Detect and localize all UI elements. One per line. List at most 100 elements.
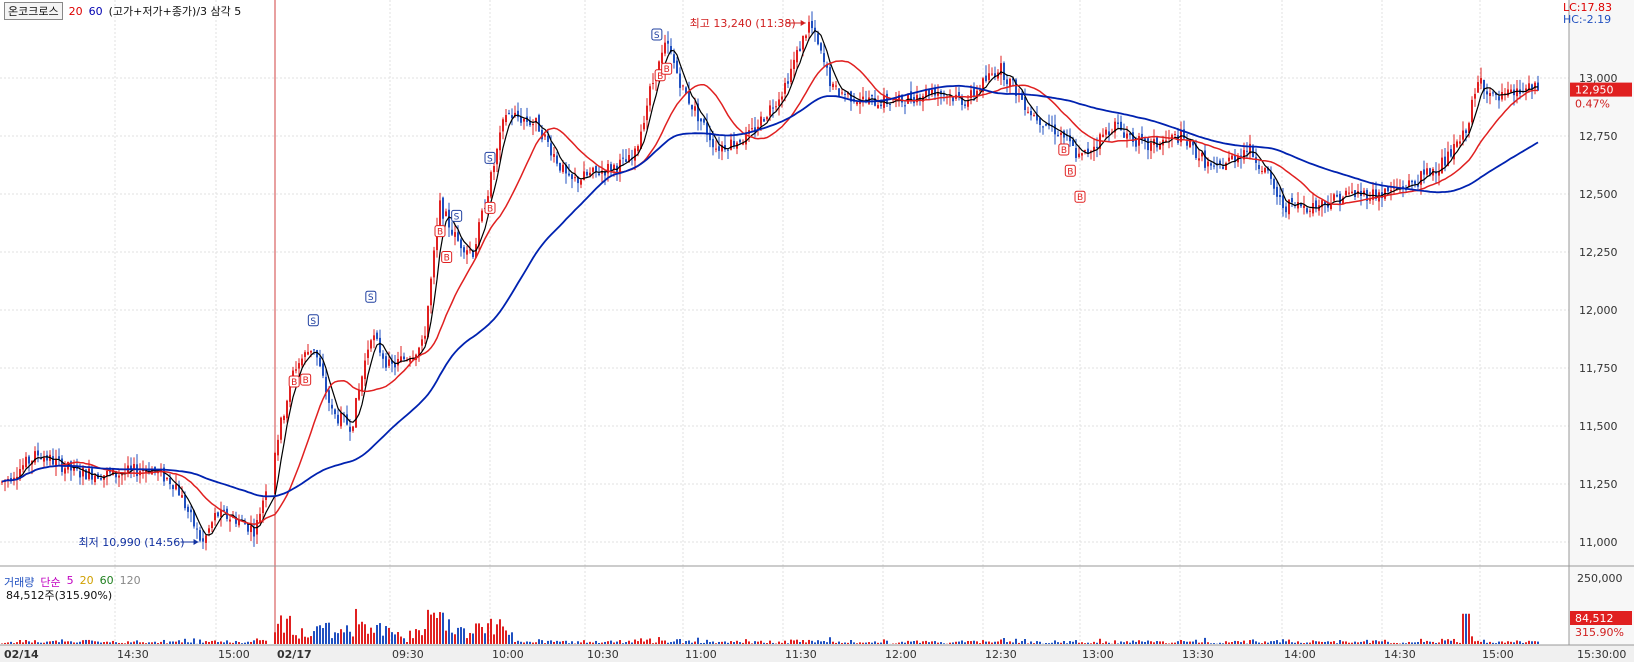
candle-body — [394, 363, 396, 368]
volume-bar — [1243, 640, 1245, 644]
volume-bar — [1288, 639, 1290, 644]
candle-body — [547, 135, 549, 142]
volume-bar — [211, 640, 213, 644]
volume-bar — [7, 642, 9, 644]
volume-bar — [877, 642, 879, 644]
time-tick-label: 12:30 — [985, 648, 1017, 661]
volume-bar — [1045, 642, 1047, 644]
candle-body — [340, 412, 342, 427]
candle-body — [781, 96, 783, 100]
volume-bar — [685, 641, 687, 644]
candle-body — [832, 83, 834, 88]
volume-bar — [1120, 641, 1122, 644]
candle-body — [556, 155, 558, 164]
volume-bar — [517, 640, 519, 644]
volume-bar — [994, 641, 996, 644]
volume-bar — [1222, 643, 1224, 644]
candle-body — [313, 349, 315, 351]
volume-bar — [610, 640, 612, 644]
price-tick-label: 12,250 — [1579, 246, 1618, 259]
candle-body — [673, 54, 675, 63]
candle-body — [166, 477, 168, 480]
volume-bar — [382, 635, 384, 644]
current-volume: 84,512주(315.90%) — [6, 589, 113, 602]
volume-bar — [415, 629, 417, 644]
volume-bar — [553, 641, 555, 644]
candle-body — [652, 83, 654, 85]
candle-body — [1030, 111, 1032, 116]
candle-body — [859, 102, 861, 104]
volume-bar — [1351, 642, 1353, 644]
candle-body — [1003, 62, 1005, 80]
volume-bar — [592, 642, 594, 644]
volume-bar — [958, 641, 960, 644]
candle-body — [1084, 150, 1086, 152]
candle-body — [1276, 186, 1278, 197]
volume-bar — [322, 628, 324, 644]
volume-bar — [70, 641, 72, 644]
volume-bar — [823, 641, 825, 644]
signal-label: B — [487, 204, 493, 214]
volume-bar — [1171, 642, 1173, 644]
volume-bar — [805, 642, 807, 644]
volume-bar — [1030, 641, 1032, 644]
candle-body — [622, 157, 624, 159]
volume-bar — [1195, 639, 1197, 644]
indicator-name[interactable]: 온코크로스 — [4, 2, 63, 20]
volume-bar — [1480, 641, 1482, 644]
volume-bar — [829, 637, 831, 644]
volume-bar — [19, 640, 21, 644]
volume-bar — [745, 639, 747, 644]
volume-bar — [796, 639, 798, 644]
volume-bar — [556, 640, 558, 644]
candle-body — [793, 59, 795, 70]
volume-bar — [547, 640, 549, 644]
volume-bar — [1, 643, 3, 644]
volume-bar — [577, 641, 579, 644]
volume-bar — [55, 640, 57, 644]
volume-bar — [907, 640, 909, 644]
volume-bar — [628, 640, 630, 644]
candle-body — [964, 104, 966, 106]
price-chart[interactable]: 13,00012,75012,50012,25012,00011,75011,5… — [0, 0, 1634, 662]
volume-bar — [1258, 642, 1260, 644]
candle-body — [1423, 169, 1425, 175]
volume-bar — [778, 641, 780, 644]
volume-bar — [289, 615, 291, 644]
volume-bar — [184, 638, 186, 644]
volume-bar — [1054, 640, 1056, 644]
volume-bar — [166, 643, 168, 644]
volume-bar — [499, 619, 501, 644]
candle-body — [76, 468, 78, 470]
candle-body — [454, 232, 456, 237]
candle-body — [817, 33, 819, 45]
volume-bar — [760, 640, 762, 644]
candle-body — [433, 250, 435, 278]
candle-body — [718, 146, 720, 151]
volume-bar — [979, 643, 981, 644]
volume-bar — [1372, 640, 1374, 644]
volume-bar — [1078, 642, 1080, 644]
volume-bar — [1021, 641, 1023, 644]
volume-bar — [205, 641, 207, 644]
price-tick-label: 11,500 — [1579, 420, 1618, 433]
volume-bar — [1204, 637, 1206, 644]
volume-bar — [970, 641, 972, 644]
volume-bar — [307, 637, 309, 644]
time-tick-label: 11:30 — [785, 648, 817, 661]
candle-body — [367, 349, 369, 358]
time-tick-label: 14:00 — [1284, 648, 1316, 661]
volume-bar — [1387, 641, 1389, 644]
volume-bar — [1294, 642, 1296, 644]
volume-bar — [448, 619, 450, 644]
candle-body — [562, 164, 564, 172]
volume-bar — [718, 641, 720, 644]
candle-body — [1198, 158, 1200, 161]
candle-body — [532, 124, 534, 126]
candle-body — [1315, 200, 1317, 208]
volume-bar — [283, 632, 285, 644]
volume-bar — [1396, 643, 1398, 644]
volume-bar — [715, 643, 717, 644]
volume-bar — [742, 642, 744, 644]
volume-bar — [949, 642, 951, 644]
